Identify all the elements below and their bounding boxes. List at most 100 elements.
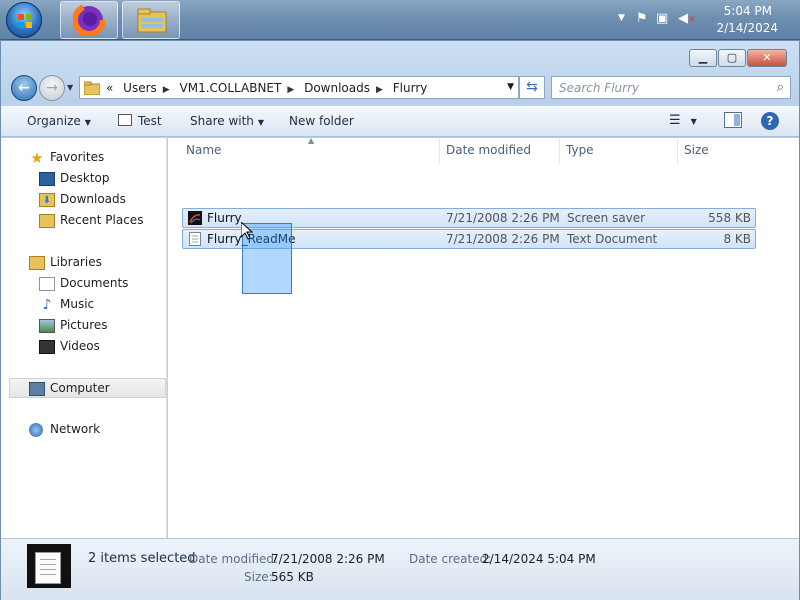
nav-videos[interactable]: Videos: [1, 337, 167, 357]
file-size: 8 KB: [723, 232, 751, 246]
chevron-down-icon: ▼: [690, 117, 697, 126]
new-folder-button[interactable]: New folder: [289, 114, 354, 128]
system-tray: ▼ ⚑ ▣ ◀✕ 5:04 PM 2/14/2024: [610, 0, 800, 40]
start-button[interactable]: [6, 2, 42, 38]
preview-pane-icon[interactable]: [724, 112, 742, 128]
date-created-value: 2/14/2024 5:04 PM: [482, 552, 596, 566]
change-view-button[interactable]: ☰ ▼: [669, 113, 697, 128]
breadcrumb-users[interactable]: Users: [123, 81, 157, 95]
maximize-button[interactable]: ▢: [718, 49, 746, 67]
settings-dialog-icon: [118, 114, 132, 126]
computer-icon: [29, 382, 45, 396]
nav-network[interactable]: Network: [1, 420, 167, 440]
back-button[interactable]: ←: [11, 75, 37, 101]
command-bar: Organize ▼ Test Share with ▼ New folder ☰ ▼…: [1, 105, 799, 137]
test-label: Test: [138, 114, 162, 128]
column-headers: ▲ Name Date modified Type Size: [180, 136, 760, 166]
network-globe-icon: [29, 423, 43, 437]
nav-favorites-label: Favorites: [50, 150, 105, 164]
nav-downloads[interactable]: ⬇ Downloads: [1, 190, 167, 210]
nav-recent-places-label: Recent Places: [60, 213, 144, 227]
action-center-flag-icon[interactable]: ⚑: [636, 11, 648, 26]
breadcrumb-separator-icon[interactable]: ▶: [287, 85, 294, 95]
forward-button[interactable]: →: [39, 75, 65, 101]
nav-computer[interactable]: Computer: [9, 378, 166, 398]
size-label: Size:: [244, 570, 273, 584]
file-date-modified: 7/21/2008 2:26 PM: [446, 232, 560, 246]
screensaver-icon: [188, 211, 202, 225]
folder-icon: [84, 81, 100, 95]
file-type: Screen saver: [567, 211, 646, 225]
search-icon[interactable]: ⌕: [777, 80, 784, 95]
nav-documents[interactable]: Documents: [1, 274, 167, 294]
help-icon[interactable]: ?: [761, 112, 779, 130]
share-with-label: Share with: [190, 114, 254, 128]
network-icon[interactable]: ▣: [656, 11, 668, 26]
share-with-button[interactable]: Share with ▼: [190, 114, 264, 128]
column-header-type[interactable]: Type: [560, 138, 678, 164]
breadcrumb: « Users ▶ VM1.COLLABNET ▶ Downloads ▶ Flurr…: [106, 81, 433, 95]
details-pane: 2 items selected Date modified: 7/21/200…: [1, 538, 799, 600]
test-button[interactable]: Test: [118, 114, 162, 128]
minimize-button[interactable]: ▁: [689, 49, 717, 67]
breadcrumb-separator-icon[interactable]: ▶: [163, 85, 170, 95]
breadcrumb-separator-icon[interactable]: ▶: [376, 85, 383, 95]
nav-favorites[interactable]: ★ Favorites: [1, 148, 167, 168]
nav-downloads-label: Downloads: [60, 192, 126, 206]
address-dropdown-icon[interactable]: ▼: [507, 82, 514, 92]
pictures-icon: [39, 319, 55, 333]
refresh-icon: ⇆: [526, 79, 538, 95]
file-name: Flurry: [207, 211, 242, 225]
show-hidden-icons-icon[interactable]: ▼: [618, 13, 625, 23]
file-date-modified: 7/21/2008 2:26 PM: [446, 211, 560, 225]
file-size: 558 KB: [708, 211, 751, 225]
date-modified-value: 7/21/2008 2:26 PM: [271, 552, 385, 566]
recent-pages-dropdown-icon[interactable]: ▼: [67, 83, 73, 92]
mouse-cursor-icon: [241, 222, 253, 240]
nav-music[interactable]: ♪ Music: [1, 295, 167, 315]
nav-libraries[interactable]: Libraries: [1, 253, 167, 273]
breadcrumb-downloads[interactable]: Downloads: [304, 81, 370, 95]
organize-button[interactable]: Organize ▼: [27, 114, 91, 128]
taskbar-explorer-button[interactable]: [122, 1, 180, 39]
music-icon: ♪: [42, 297, 52, 313]
clock-date[interactable]: 2/14/2024: [716, 21, 778, 35]
nav-pictures-label: Pictures: [60, 318, 108, 332]
downloads-folder-icon: ⬇: [39, 193, 55, 207]
libraries-icon: [29, 256, 45, 270]
close-button[interactable]: ✕: [747, 49, 787, 67]
nav-libraries-label: Libraries: [50, 255, 102, 269]
breadcrumb-overflow[interactable]: «: [106, 81, 113, 95]
explorer-icon: [137, 8, 167, 33]
taskbar-firefox-button[interactable]: [60, 1, 118, 39]
address-bar[interactable]: « Users ▶ VM1.COLLABNET ▶ Downloads ▶ Flurr…: [79, 76, 519, 99]
breadcrumb-vm1-collabnet[interactable]: VM1.COLLABNET: [180, 81, 282, 95]
nav-computer-label: Computer: [50, 381, 110, 395]
recent-places-icon: [39, 214, 55, 228]
navigation-pane: ★ Favorites Desktop ⬇ Downloads Recent P…: [1, 138, 167, 578]
nav-recent-places[interactable]: Recent Places: [1, 211, 167, 231]
clock-time[interactable]: 5:04 PM: [724, 4, 772, 18]
organize-label: Organize: [27, 114, 81, 128]
date-modified-label: Date modified:: [189, 552, 279, 566]
nav-videos-label: Videos: [60, 339, 100, 353]
breadcrumb-flurry[interactable]: Flurry: [393, 81, 428, 95]
nav-desktop[interactable]: Desktop: [1, 169, 167, 189]
star-icon: ★: [30, 149, 44, 167]
column-header-date-modified[interactable]: Date modified: [440, 138, 560, 164]
videos-icon: [39, 340, 55, 354]
firefox-icon: [73, 4, 105, 36]
explorer-window: ▁ ▢ ✕ ← → ▼ « Users ▶ VM1.COLLABNET ▶ Down…: [0, 40, 800, 600]
file-type: Text Document: [567, 232, 658, 246]
documents-icon: [39, 277, 55, 291]
selection-thumbnail: [27, 544, 71, 588]
nav-documents-label: Documents: [60, 276, 129, 290]
search-input[interactable]: Search Flurry ⌕: [551, 76, 791, 99]
nav-pictures[interactable]: Pictures: [1, 316, 167, 336]
volume-muted-icon[interactable]: ◀✕: [678, 11, 696, 26]
column-header-name[interactable]: Name: [180, 138, 440, 164]
column-header-size[interactable]: Size: [678, 138, 758, 164]
window-controls: ▁ ▢ ✕: [689, 49, 789, 69]
refresh-button[interactable]: ⇆: [519, 76, 545, 99]
desktop-icon: [39, 172, 55, 186]
